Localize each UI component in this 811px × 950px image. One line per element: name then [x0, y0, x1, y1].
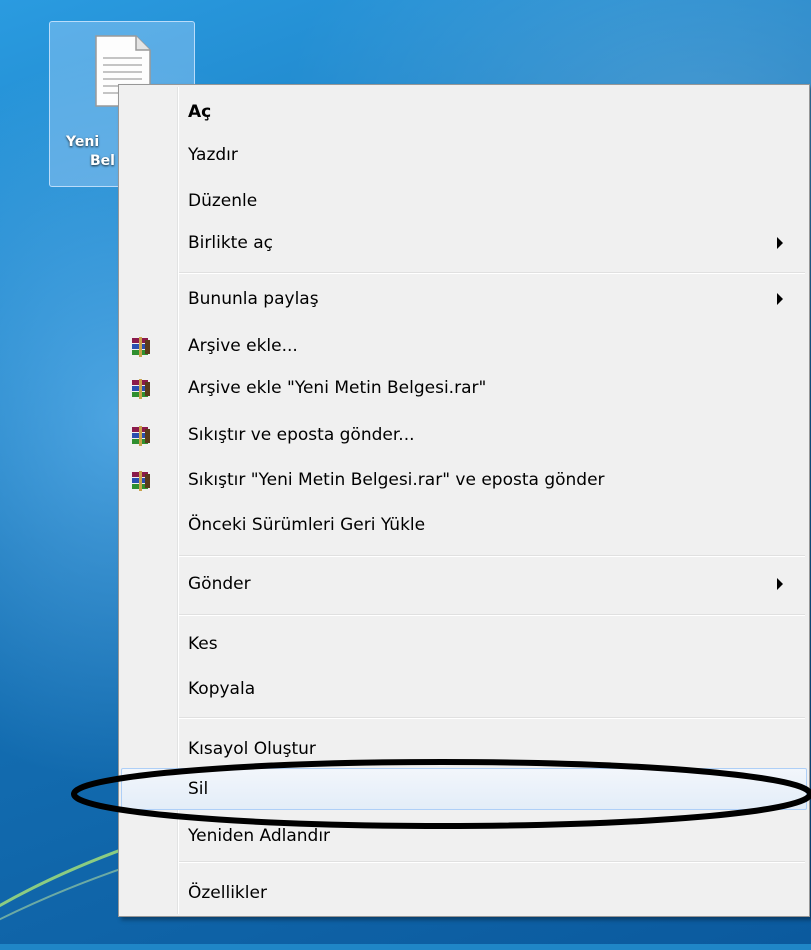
winrar-icon — [132, 379, 150, 399]
menu-item-send-to[interactable]: Gönder — [121, 563, 807, 605]
menu-item-add-to-archive[interactable]: Arşive ekle... — [121, 325, 807, 367]
menu-item-restore-previous-versions[interactable]: Önceki Sürümleri Geri Yükle — [121, 504, 807, 546]
menu-item-label: Kısayol Oluştur — [188, 739, 316, 759]
menu-item-copy[interactable]: Kopyala — [121, 668, 807, 710]
menu-separator — [179, 717, 805, 719]
menu-item-label: Sıkıştır "Yeni Metin Belgesi.rar" ve epo… — [188, 470, 605, 490]
menu-item-label: Arşive ekle "Yeni Metin Belgesi.rar" — [188, 378, 487, 398]
winrar-icon — [132, 471, 150, 491]
menu-item-label: Sıkıştır ve eposta gönder... — [188, 425, 415, 445]
menu-item-open-with[interactable]: Birlikte aç — [121, 222, 807, 264]
menu-separator — [179, 272, 805, 274]
winrar-icon — [132, 426, 150, 446]
menu-item-label: Sil — [188, 779, 209, 799]
menu-item-cut[interactable]: Kes — [121, 623, 807, 665]
menu-item-compress-named-and-email[interactable]: Sıkıştır "Yeni Metin Belgesi.rar" ve epo… — [121, 459, 807, 501]
menu-item-properties[interactable]: Özellikler — [121, 872, 807, 914]
menu-item-label: Bununla paylaş — [188, 289, 319, 309]
menu-separator — [179, 555, 805, 557]
menu-item-label: Arşive ekle... — [188, 336, 298, 356]
menu-item-label: Önceki Sürümleri Geri Yükle — [188, 515, 426, 535]
menu-separator — [179, 614, 805, 616]
menu-item-open[interactable]: Aç — [121, 91, 807, 133]
submenu-arrow-icon — [777, 293, 783, 305]
menu-separator — [179, 861, 805, 863]
menu-item-label: Birlikte aç — [188, 233, 273, 253]
menu-item-rename[interactable]: Yeniden Adlandır — [121, 815, 807, 857]
menu-item-edit[interactable]: Düzenle — [121, 180, 807, 222]
context-menu: Aç Yazdır Düzenle Birlikte aç Bununla pa… — [118, 84, 810, 917]
menu-item-label: Yeniden Adlandır — [188, 826, 331, 846]
winrar-icon — [132, 337, 150, 357]
menu-item-label: Kopyala — [188, 679, 256, 699]
menu-item-label: Kes — [188, 634, 218, 654]
menu-item-label: Düzenle — [188, 191, 258, 211]
menu-item-delete[interactable]: Sil — [121, 768, 807, 810]
menu-item-create-shortcut[interactable]: Kısayol Oluştur — [121, 728, 807, 770]
menu-item-compress-and-email[interactable]: Sıkıştır ve eposta gönder... — [121, 414, 807, 456]
menu-item-label: Yazdır — [188, 145, 238, 165]
submenu-arrow-icon — [777, 578, 783, 590]
menu-item-label: Aç — [188, 102, 212, 122]
menu-item-label: Gönder — [188, 574, 251, 594]
menu-item-share-with[interactable]: Bununla paylaş — [121, 278, 807, 320]
menu-item-label: Özellikler — [188, 883, 267, 903]
submenu-arrow-icon — [777, 237, 783, 249]
menu-item-add-to-named-archive[interactable]: Arşive ekle "Yeni Metin Belgesi.rar" — [121, 367, 807, 409]
menu-item-print[interactable]: Yazdır — [121, 134, 807, 176]
